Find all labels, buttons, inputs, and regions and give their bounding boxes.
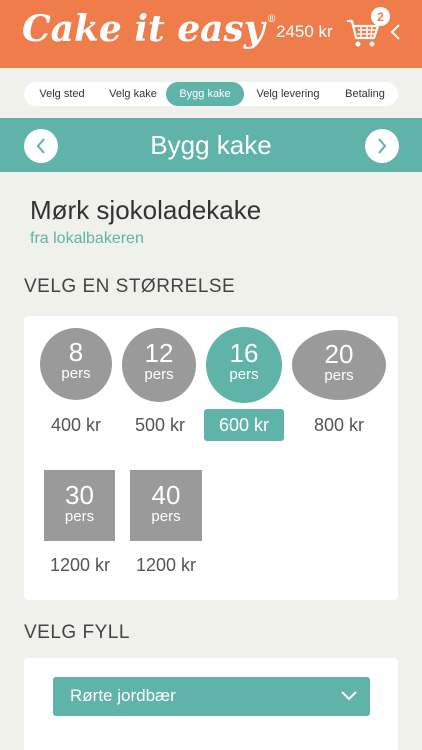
size-options-card: 8 pers 400 kr 12 pers 500 kr 16 pers 600…: [24, 316, 398, 600]
size-price-8: 400 kr: [50, 415, 102, 435]
size-number: 8: [68, 337, 84, 367]
size-option-12[interactable]: 12 pers: [122, 328, 196, 402]
chevron-down-icon: [341, 691, 357, 701]
size-price-30: 1200 kr: [49, 555, 111, 575]
size-price-12: 500 kr: [134, 415, 186, 435]
size-unit: pers: [229, 366, 259, 383]
size-option-30[interactable]: 30 pers: [44, 470, 115, 541]
fill-dropdown-value: Rørte jordbær: [70, 686, 176, 705]
step-velg-kake[interactable]: Velg kake: [100, 82, 166, 106]
size-unit: pers: [144, 366, 174, 383]
product-subtitle: fra lokalbakeren: [30, 230, 144, 247]
size-option-40[interactable]: 40 pers: [130, 470, 202, 541]
app-header: Cake it easy ® 2450 kr 2: [0, 0, 422, 68]
page-title: Bygg kake: [150, 130, 272, 160]
step-velg-sted[interactable]: Velg sted: [24, 82, 100, 106]
size-option-8[interactable]: 8 pers: [40, 328, 112, 400]
size-number: 20: [324, 339, 354, 369]
step-bygg-kake[interactable]: Bygg kake: [166, 82, 244, 106]
cart-total[interactable]: 2450 kr: [276, 22, 333, 42]
next-button[interactable]: [365, 129, 399, 163]
size-number: 40: [151, 480, 181, 510]
fill-dropdown[interactable]: Rørte jordbær: [53, 677, 370, 716]
size-section-title: VELG EN STØRRELSE: [24, 276, 236, 297]
fill-card: Rørte jordbær: [24, 658, 398, 750]
size-number: 30: [65, 480, 94, 510]
size-number: 16: [229, 338, 259, 368]
logo-text: Cake it easy: [22, 8, 265, 50]
fill-section-title: VELG FYLL: [24, 622, 130, 643]
step-betaling[interactable]: Betaling: [332, 82, 398, 106]
size-unit: pers: [324, 367, 354, 384]
size-unit: pers: [61, 365, 91, 382]
chevron-left-icon[interactable]: [389, 22, 401, 42]
logo[interactable]: Cake it easy ®: [22, 8, 277, 50]
cart-count-badge: 2: [371, 7, 390, 26]
size-unit: pers: [151, 508, 181, 525]
size-price-16: 600 kr: [204, 409, 284, 441]
size-price-40: 1200 kr: [135, 555, 197, 575]
size-option-16[interactable]: 16 pers: [206, 327, 282, 403]
size-option-20[interactable]: 20 pers: [292, 330, 386, 400]
step-velg-levering[interactable]: Velg levering: [244, 82, 332, 106]
title-bar: Bygg kake: [0, 118, 422, 172]
chevron-right-icon: [378, 138, 387, 154]
product-name: Mørk sjokoladekake: [30, 195, 262, 225]
progress-steps: Velg sted Velg kake Bygg kake Velg lever…: [24, 82, 398, 106]
size-price-20: 800 kr: [313, 415, 365, 435]
size-unit: pers: [64, 508, 95, 525]
size-number: 12: [144, 338, 174, 368]
